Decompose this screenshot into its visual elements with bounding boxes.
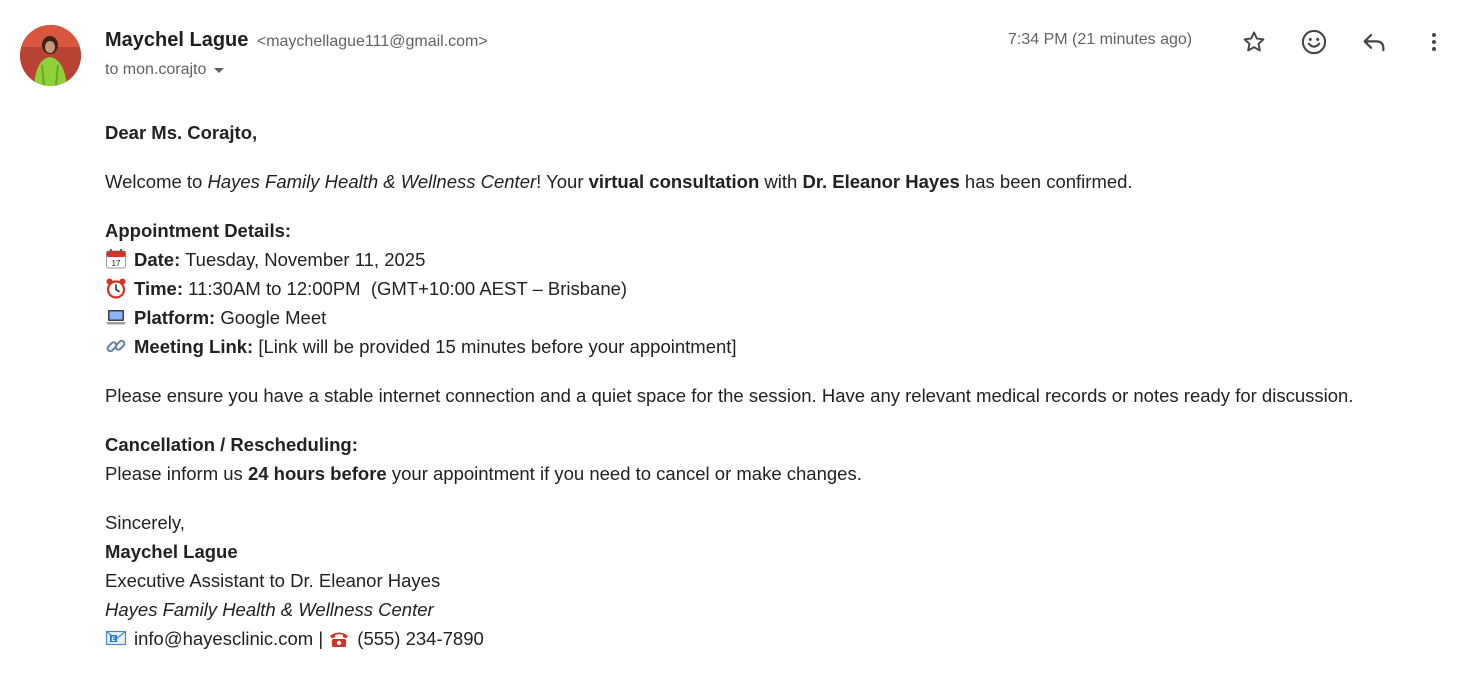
signature-email[interactable]: info@hayesclinic.com [134, 628, 313, 649]
sender-email: <maychellague111@gmail.com> [256, 33, 488, 50]
signature-separator: | [313, 628, 329, 649]
details-heading: Appointment Details: [105, 220, 292, 241]
cancellation-text: Please inform us 24 hours before your ap… [105, 459, 1445, 488]
meeting-link-label: Meeting Link: [134, 336, 254, 357]
time-row: Time: 11:30AM to 12:00PM (GMT+10:00 AEST… [105, 274, 1445, 303]
greeting-text: Dear Ms. Corajto, [105, 122, 258, 143]
reply-button[interactable] [1356, 24, 1392, 60]
welcome-paragraph: Welcome to Hayes Family Health & Wellnes… [105, 167, 1445, 196]
add-reaction-button[interactable] [1296, 24, 1332, 60]
avatar-photo [20, 25, 81, 86]
date-value: Tuesday, November 11, 2025 [180, 249, 426, 270]
message-timestamp: 7:34 PM (21 minutes ago) [1008, 31, 1193, 48]
emoji-reaction-icon [1301, 29, 1327, 55]
sender-avatar[interactable] [20, 25, 81, 86]
recipient-text: to mon.corajto [105, 61, 207, 78]
cancellation-text-2: your appointment if you need to cancel o… [386, 463, 862, 484]
cancellation-heading: Cancellation / Rescheduling: [105, 434, 358, 455]
alarm-clock-icon [106, 278, 126, 299]
signature-clinic: Hayes Family Health & Wellness Center [105, 599, 434, 620]
welcome-text-4: has been confirmed. [959, 171, 1133, 192]
signature-name: Maychel Lague [105, 541, 238, 562]
welcome-text-1: Welcome to [105, 171, 208, 192]
telephone-icon [330, 632, 349, 647]
welcome-consultation: virtual consultation [588, 171, 760, 192]
signature-title: Executive Assistant to Dr. Eleanor Hayes [105, 570, 441, 591]
more-options-button[interactable] [1416, 24, 1452, 60]
welcome-text-3: with [759, 171, 803, 192]
cancellation-section: Cancellation / Rescheduling: Please info… [105, 430, 1445, 488]
laptop-icon [106, 310, 126, 325]
welcome-clinic-name: Hayes Family Health & Wellness Center [207, 171, 537, 192]
reply-icon [1363, 33, 1385, 52]
welcome-text-2: ! Your [536, 171, 589, 192]
time-label: Time: [134, 278, 184, 299]
more-vert-icon [1432, 33, 1436, 51]
appointment-details: Appointment Details: 17 Date: Tuesday, N… [105, 216, 1445, 361]
ensure-text: Please ensure you have a stable internet… [105, 385, 1354, 406]
signature-phone[interactable]: (555) 234-7890 [357, 628, 484, 649]
calendar-icon: 17 [106, 249, 126, 269]
star-button[interactable] [1236, 24, 1272, 60]
meeting-link-row: Meeting Link: [Link will be provided 15 … [105, 332, 1445, 361]
platform-row: Platform: Google Meet [105, 303, 1445, 332]
welcome-doctor: Dr. Eleanor Hayes [802, 171, 960, 192]
meeting-link-value: [Link will be provided 15 minutes before… [253, 336, 737, 357]
time-value: 11:30AM to 12:00PM (GMT+10:00 AEST – Bri… [183, 278, 628, 299]
date-label: Date: [134, 249, 181, 270]
message-body: Dear Ms. Corajto, Welcome to Hayes Famil… [105, 118, 1445, 673]
svg-text:17: 17 [112, 259, 121, 268]
email-icon: E [105, 630, 127, 646]
link-icon [106, 339, 126, 353]
chevron-down-icon[interactable] [214, 67, 225, 73]
date-row: 17 Date: Tuesday, November 11, 2025 [105, 245, 1445, 274]
star-icon [1243, 31, 1265, 52]
sender-name[interactable]: Maychel Lague [105, 29, 248, 51]
recipient-details-toggle[interactable]: to mon.corajto [105, 61, 225, 79]
cancellation-notice-period: 24 hours before [247, 463, 387, 484]
platform-value: Google Meet [215, 307, 327, 328]
ensure-paragraph: Please ensure you have a stable internet… [105, 381, 1445, 410]
signature: Sincerely, Maychel Lague Executive Assis… [105, 508, 1445, 653]
cancellation-text-1: Please inform us [105, 463, 248, 484]
sender-line: Maychel Lague <maychellague111@gmail.com… [105, 29, 488, 52]
platform-label: Platform: [134, 307, 216, 328]
signoff-closing: Sincerely, [105, 512, 185, 533]
svg-text:E: E [111, 636, 116, 643]
greeting: Dear Ms. Corajto, [105, 118, 1445, 147]
signature-contact: E info@hayesclinic.com | (555) 234-7890 [105, 624, 1445, 653]
